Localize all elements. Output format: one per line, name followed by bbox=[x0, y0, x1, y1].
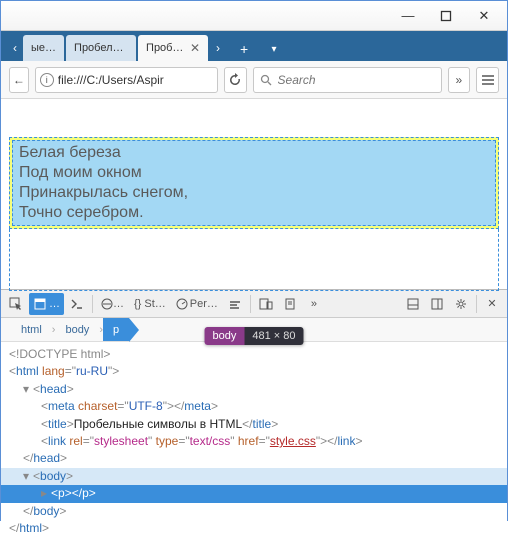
highlight-body-remainder bbox=[9, 229, 499, 291]
inspector-pick-icon[interactable] bbox=[5, 293, 27, 315]
page-viewport: Белая береза Под моим окном Принакрылась… bbox=[1, 99, 507, 289]
search-icon bbox=[260, 74, 272, 86]
url-input[interactable] bbox=[58, 73, 213, 87]
breadcrumb-item[interactable]: body bbox=[55, 318, 99, 341]
dom-node[interactable]: ▾<body> bbox=[1, 468, 507, 485]
dom-node[interactable]: <title>Пробельные символы в HTML</title> bbox=[1, 416, 507, 433]
url-field[interactable]: i bbox=[35, 67, 218, 93]
page-text-line: Белая береза bbox=[19, 143, 489, 163]
tab-label: Пробельные… bbox=[74, 42, 128, 54]
tab-label: ые… bbox=[31, 42, 56, 54]
devtools-more-icon[interactable]: » bbox=[303, 293, 325, 315]
window-maximize-button[interactable] bbox=[427, 4, 465, 28]
tab-list-dropdown[interactable]: ▾ bbox=[262, 37, 286, 61]
devtools-close-icon[interactable]: ✕ bbox=[481, 293, 503, 315]
tab-scroll-right[interactable]: › bbox=[211, 35, 225, 61]
dom-node[interactable]: </head> bbox=[1, 450, 507, 467]
tab-label: Пробель… bbox=[146, 42, 184, 54]
split-console-icon[interactable] bbox=[402, 293, 424, 315]
network-tab[interactable] bbox=[224, 293, 246, 315]
tab-close-icon[interactable]: ✕ bbox=[190, 41, 200, 55]
window-titlebar: — ✕ bbox=[1, 1, 507, 31]
element-tooltip: body 481 × 80 bbox=[205, 327, 304, 345]
inspector-tab[interactable]: … bbox=[29, 293, 64, 315]
dom-node[interactable]: <html lang="ru-RU"> bbox=[1, 363, 507, 380]
window-minimize-button[interactable]: — bbox=[389, 4, 427, 28]
tab-item[interactable]: Пробельные… bbox=[66, 35, 136, 61]
dock-side-icon[interactable] bbox=[426, 293, 448, 315]
tab-item-active[interactable]: Пробель… ✕ bbox=[138, 35, 208, 61]
responsive-design-icon[interactable] bbox=[255, 293, 277, 315]
breadcrumb-item[interactable]: html bbox=[11, 318, 52, 341]
tooltip-tagname: body bbox=[205, 327, 245, 345]
tooltip-dimensions: 481 × 80 bbox=[244, 327, 303, 345]
twisty-icon[interactable]: ▾ bbox=[23, 468, 33, 485]
debugger-tab[interactable]: … bbox=[97, 293, 128, 315]
dom-node[interactable]: </body> bbox=[1, 503, 507, 520]
search-field[interactable] bbox=[253, 67, 442, 93]
page-text-line: Точно серебром. bbox=[19, 203, 489, 223]
page-text-line: Под моим окном bbox=[19, 163, 489, 183]
dom-node[interactable]: </html> bbox=[1, 520, 507, 537]
new-tab-button[interactable]: + bbox=[232, 37, 256, 61]
highlight-p-element: Белая береза Под моим окном Принакрылась… bbox=[12, 140, 496, 226]
twisty-icon[interactable]: ▾ bbox=[23, 381, 33, 398]
dom-node[interactable]: <!DOCTYPE html> bbox=[1, 346, 507, 363]
devtools-toolbar: … … {} St… Per… » ✕ bbox=[1, 290, 507, 318]
browser-tabstrip: ‹ ые… Пробельные… Пробель… ✕ › + ▾ bbox=[1, 31, 507, 61]
window-close-button[interactable]: ✕ bbox=[465, 4, 503, 28]
settings-icon[interactable] bbox=[450, 293, 472, 315]
dom-node-selected[interactable]: ▸<p></p> bbox=[1, 485, 507, 502]
browser-toolbar: ← i » bbox=[1, 61, 507, 99]
performance-tab[interactable]: Per… bbox=[172, 293, 222, 315]
overflow-button[interactable]: » bbox=[448, 67, 471, 93]
dom-node[interactable]: <link rel="stylesheet" type="text/css" h… bbox=[1, 433, 507, 450]
console-tab[interactable] bbox=[66, 293, 88, 315]
page-text-line: Принакрылась снегом, bbox=[19, 183, 489, 203]
dom-node[interactable]: ▾<head> bbox=[1, 381, 507, 398]
tab-scroll-left[interactable]: ‹ bbox=[8, 35, 22, 61]
dom-tree[interactable]: <!DOCTYPE html> <html lang="ru-RU"> ▾<he… bbox=[1, 342, 507, 541]
tab-overflow[interactable]: ые… bbox=[23, 35, 64, 61]
scratchpad-icon[interactable] bbox=[279, 293, 301, 315]
search-input[interactable] bbox=[278, 73, 435, 87]
reload-button[interactable] bbox=[224, 67, 247, 93]
nav-back-button[interactable]: ← bbox=[9, 67, 29, 93]
site-info-icon[interactable]: i bbox=[40, 73, 54, 87]
highlight-body-margin: Белая береза Под моим окном Принакрылась… bbox=[9, 137, 499, 229]
dom-node[interactable]: <meta charset="UTF-8"></meta> bbox=[1, 398, 507, 415]
twisty-icon[interactable]: ▸ bbox=[41, 485, 51, 502]
styleeditor-tab[interactable]: {} St… bbox=[130, 293, 170, 315]
hamburger-menu-button[interactable] bbox=[476, 67, 499, 93]
breadcrumb-item-active[interactable]: p bbox=[103, 318, 129, 341]
